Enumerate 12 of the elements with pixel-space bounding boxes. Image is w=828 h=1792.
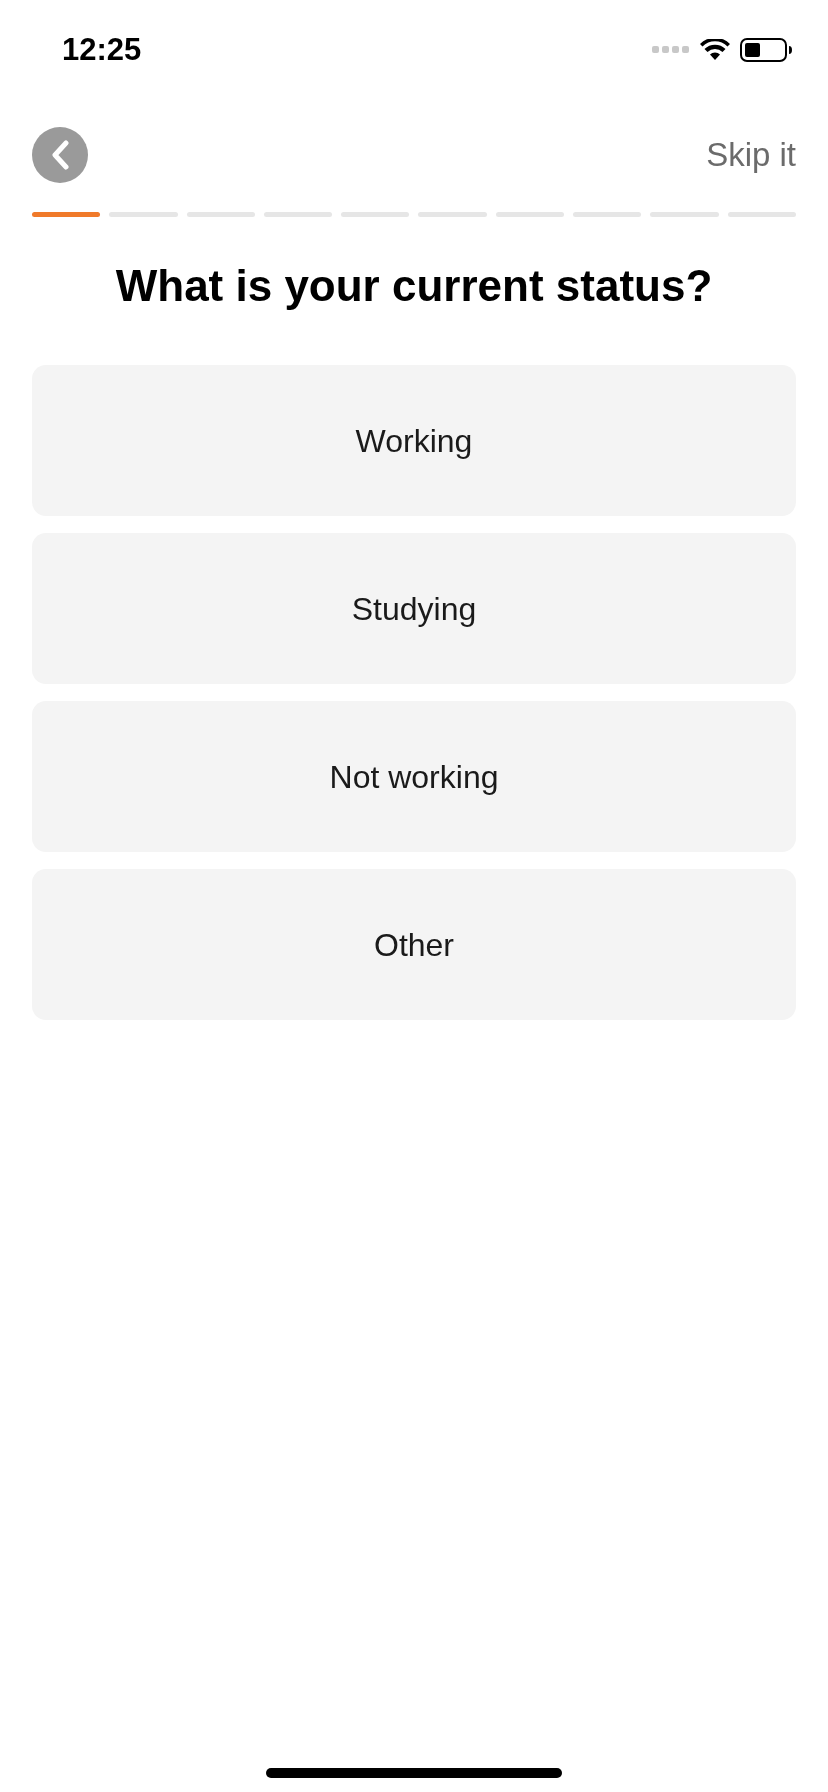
wifi-icon xyxy=(700,39,730,61)
battery-icon xyxy=(740,38,792,62)
option-button[interactable]: Other xyxy=(32,869,796,1020)
option-button[interactable]: Not working xyxy=(32,701,796,852)
status-time: 12:25 xyxy=(62,30,142,69)
question-title: What is your current status? xyxy=(114,260,714,312)
option-button[interactable]: Working xyxy=(32,365,796,516)
option-button[interactable]: Studying xyxy=(32,533,796,684)
skip-button[interactable]: Skip it xyxy=(706,130,796,180)
chevron-left-icon xyxy=(50,140,70,170)
signal-icon xyxy=(652,46,690,54)
back-button[interactable] xyxy=(32,127,88,183)
